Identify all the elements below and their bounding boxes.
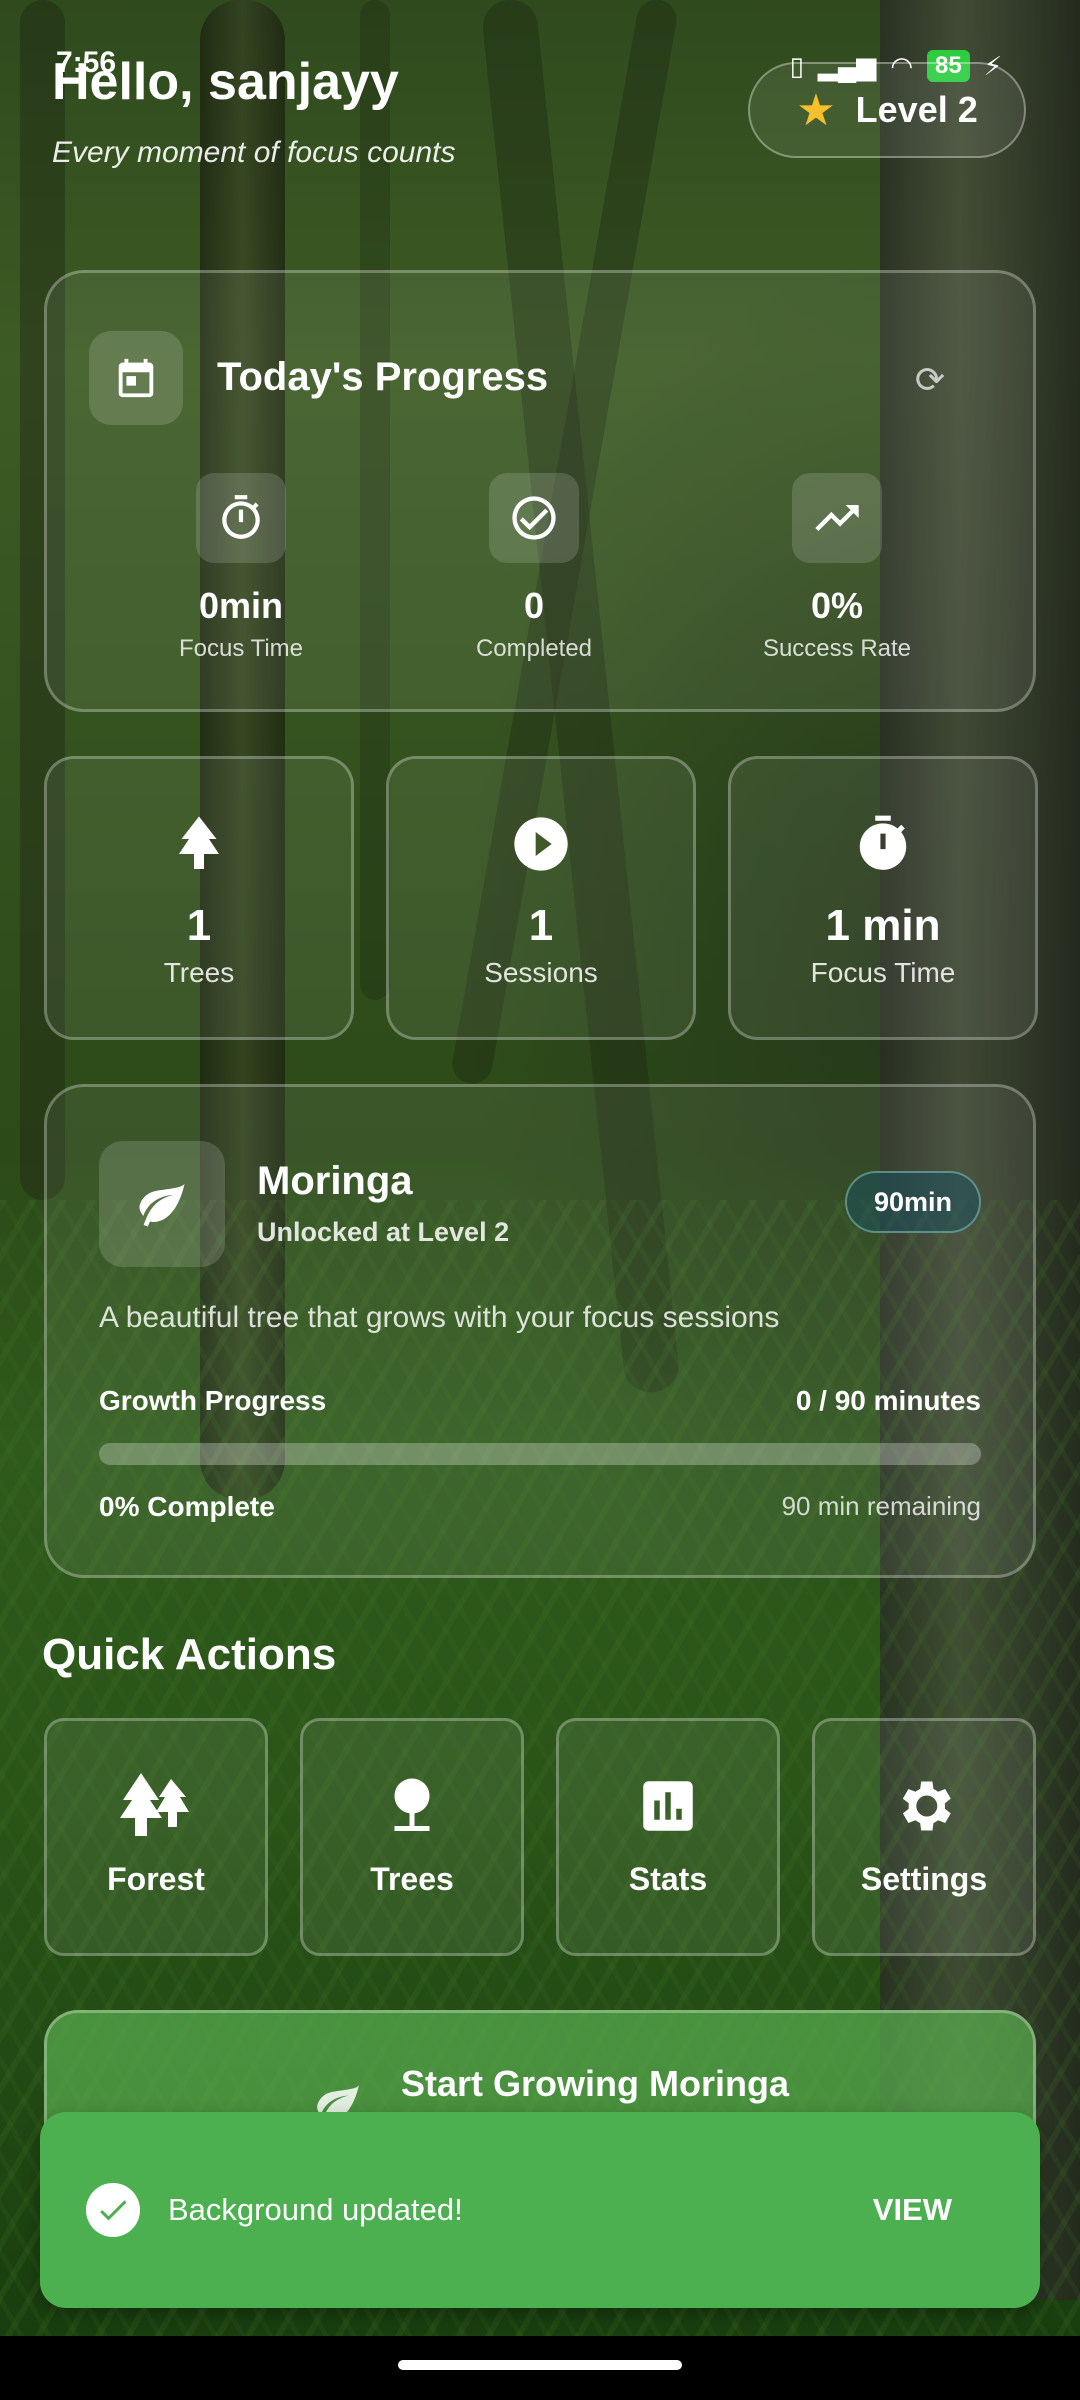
quick-actions-title: Quick Actions [42, 1630, 337, 1679]
total-label: Sessions [484, 957, 598, 988]
play-circle-icon [389, 811, 693, 877]
quick-action-label: Trees [370, 1861, 454, 1897]
level-badge[interactable]: ★ Level 2 [748, 62, 1026, 158]
growth-progress-label: Growth Progress [99, 1385, 327, 1416]
stat-value: 0% [810, 585, 864, 626]
stat-success-rate: 0% Success Rate [717, 473, 957, 663]
check-circle-icon [489, 473, 579, 563]
total-value: 1 [186, 901, 212, 950]
total-value: 1 min [825, 901, 941, 950]
level-label: Level 2 [855, 89, 978, 130]
total-label: Trees [163, 957, 235, 988]
growth-progress-value: 0 / 90 minutes [795, 1385, 981, 1416]
quick-action-trees[interactable]: Trees [300, 1718, 524, 1956]
tree-description: A beautiful tree that grows with your fo… [99, 1301, 780, 1334]
current-tree-card[interactable]: Moringa Unlocked at Level 2 90min A beau… [44, 1084, 1036, 1578]
quick-action-stats[interactable]: Stats [556, 1718, 780, 1956]
refresh-icon[interactable]: ⟳ [915, 359, 945, 401]
quick-action-label: Forest [107, 1861, 205, 1897]
stat-completed: 0 Completed [414, 473, 654, 663]
system-nav-bar [0, 2336, 1080, 2400]
stat-label: Focus Time [178, 635, 304, 662]
trending-up-icon [792, 473, 882, 563]
snackbar: Background updated! VIEW [40, 2112, 1040, 2308]
quick-action-label: Stats [628, 1861, 708, 1897]
check-circle-icon [86, 2183, 140, 2237]
time-remaining: 90 min remaining [781, 1491, 981, 1521]
home-gesture-handle[interactable] [398, 2360, 682, 2370]
total-sessions-card: 1 Sessions [386, 756, 696, 1040]
leaf-icon [99, 1141, 225, 1267]
start-growing-label: Start Growing Moringa [401, 2063, 790, 2104]
quick-action-label: Settings [860, 1861, 988, 1897]
todays-progress-card: Today's Progress ⟳ 0min Focus Time 0 Com… [44, 270, 1036, 712]
tree-icon [303, 1769, 521, 1843]
timer-icon [196, 473, 286, 563]
duration-badge: 90min [845, 1171, 981, 1233]
total-trees-card: 1 Trees [44, 756, 354, 1040]
stopwatch-icon [731, 811, 1035, 877]
quick-action-forest[interactable]: Forest [44, 1718, 268, 1956]
percent-complete: 0% Complete [99, 1491, 275, 1522]
star-icon: ★ [796, 85, 836, 135]
tree-icon [47, 811, 351, 877]
stat-label: Completed [475, 635, 593, 662]
forest-icon [47, 1769, 265, 1843]
total-focus-time-card: 1 min Focus Time [728, 756, 1038, 1040]
snackbar-view-button[interactable]: VIEW [873, 2192, 952, 2228]
gear-icon [815, 1769, 1033, 1843]
total-label: Focus Time [810, 957, 956, 988]
growth-progress-bar [99, 1443, 981, 1465]
todays-progress-title: Today's Progress [217, 355, 549, 399]
tree-name: Moringa [257, 1159, 413, 1203]
stat-value: 0 [523, 585, 545, 626]
snackbar-message: Background updated! [168, 2192, 463, 2227]
tree-unlock-text: Unlocked at Level 2 [257, 1217, 510, 1247]
quick-action-settings[interactable]: Settings [812, 1718, 1036, 1956]
status-time: 7:56 [56, 46, 117, 79]
calendar-icon [89, 331, 183, 425]
stat-value: 0min [198, 585, 284, 626]
bar-chart-icon [559, 1769, 777, 1843]
tagline: Every moment of focus counts [52, 136, 456, 169]
stat-focus-time: 0min Focus Time [121, 473, 361, 663]
total-value: 1 [528, 901, 554, 950]
stat-label: Success Rate [762, 635, 912, 662]
